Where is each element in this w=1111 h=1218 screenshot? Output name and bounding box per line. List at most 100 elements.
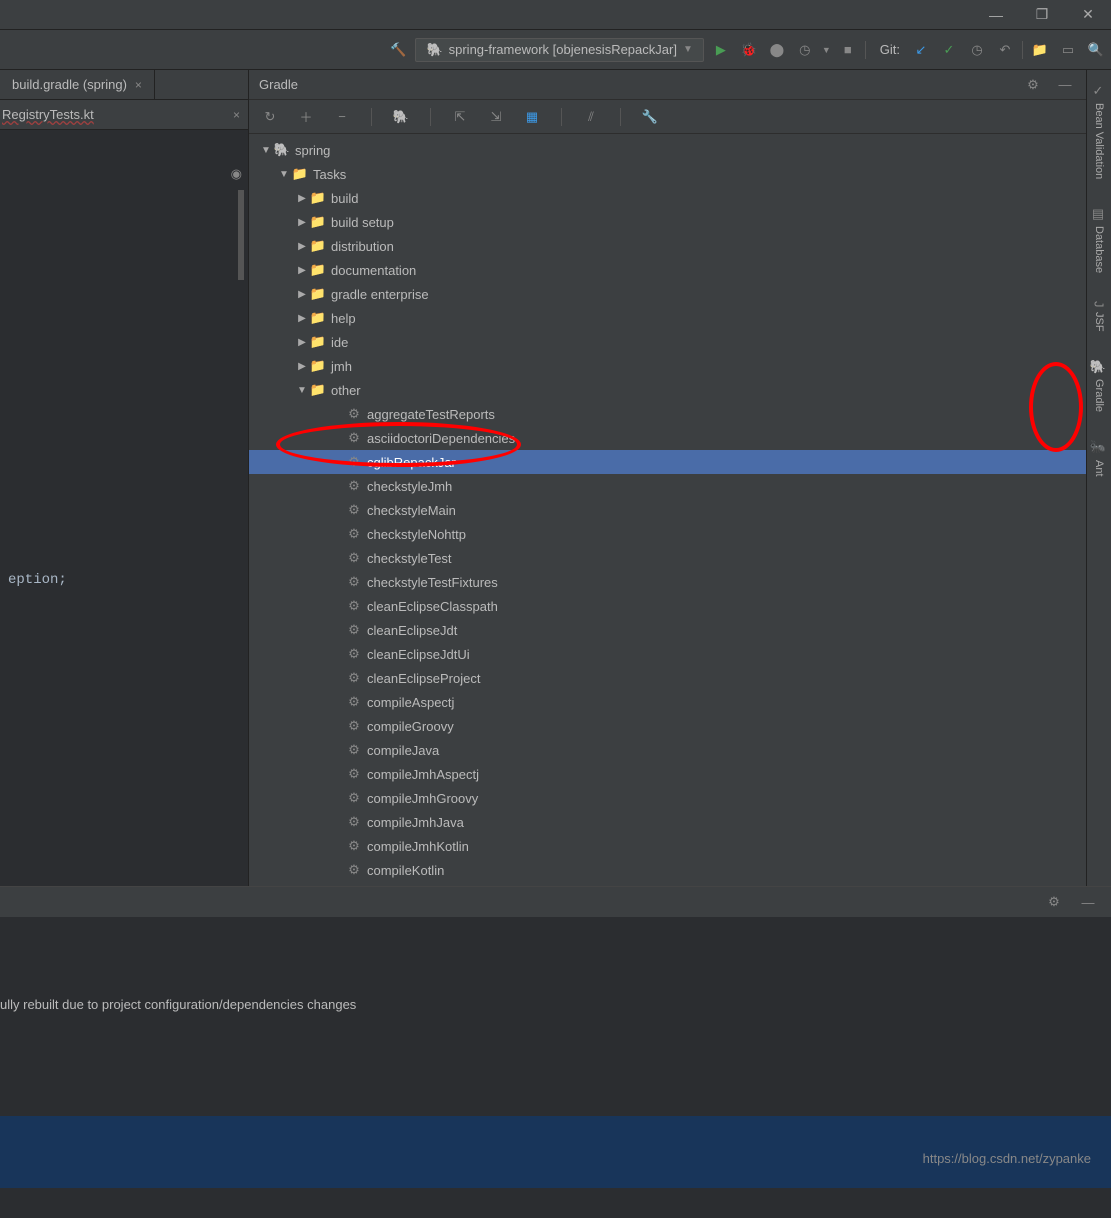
gradle-wrench-button[interactable]: 🔧 <box>639 106 661 128</box>
gradle-task-checkstyleNohttp[interactable]: ⚙checkstyleNohttp <box>249 522 1086 546</box>
gradle-refresh-button[interactable]: ↻ <box>259 106 281 128</box>
tree-arrow-icon[interactable] <box>295 337 309 348</box>
gradle-task-compileGroovy[interactable]: ⚙compileGroovy <box>249 714 1086 738</box>
bottom-settings-gear-icon[interactable]: ⚙ <box>1043 891 1065 913</box>
gradle-minimize-button[interactable]: — <box>1054 74 1076 96</box>
gradle-build-button[interactable]: ⫽ <box>580 106 602 128</box>
gradle-task-compileJmhJava-icon: ⚙ <box>345 814 363 830</box>
gradle-folder-gradle-enterprise[interactable]: 📁gradle enterprise <box>249 282 1086 306</box>
build-message: ully rebuilt due to project configuratio… <box>0 997 356 1012</box>
coverage-button[interactable]: ⬤ <box>766 39 788 61</box>
gradle-task-checkstyleTestFixtures[interactable]: ⚙checkstyleTestFixtures <box>249 570 1086 594</box>
sidebar-tab-bean-validation[interactable]: ✓Bean Validation <box>1090 76 1109 187</box>
gradle-task-checkstyleMain[interactable]: ⚙checkstyleMain <box>249 498 1086 522</box>
gradle-collapse-button[interactable]: ⇲ <box>485 106 507 128</box>
sidebar-tab-database[interactable]: ▤Database <box>1090 199 1109 281</box>
git-commit-button[interactable]: ✓ <box>938 39 960 61</box>
build-hammer-icon[interactable]: 🔨 <box>387 39 409 61</box>
close-tab-icon[interactable]: × <box>135 78 142 92</box>
gradle-task-compileJmhJava[interactable]: ⚙compileJmhJava <box>249 810 1086 834</box>
gradle-task-compileJmhKotlin[interactable]: ⚙compileJmhKotlin <box>249 834 1086 858</box>
tree-arrow-icon[interactable] <box>295 385 309 396</box>
gradle-task-cleanEclipseProject[interactable]: ⚙cleanEclipseProject <box>249 666 1086 690</box>
run-configuration-dropdown[interactable]: 🐘 spring-framework [objenesisRepackJar] … <box>415 38 703 62</box>
editor-tab-registry[interactable]: RegistryTests.kt <box>0 107 94 122</box>
gradle-task-compileJava[interactable]: ⚙compileJava <box>249 738 1086 762</box>
gradle-task-compileKotlin[interactable]: ⚙compileKotlin <box>249 858 1086 882</box>
gradle-folder-documentation[interactable]: 📁documentation <box>249 258 1086 282</box>
gradle-task-checkstyleTest[interactable]: ⚙ checkstyleTest <box>249 546 1086 570</box>
sidebar-tab-label: Gradle <box>1093 379 1105 412</box>
gradle-task-checkstyleTest-icon: ⚙ <box>345 550 363 566</box>
profile-button[interactable]: ◷ <box>794 39 816 61</box>
tree-arrow-icon[interactable] <box>259 145 273 156</box>
sidebar-tab-jsf[interactable]: JJSF <box>1090 293 1109 339</box>
tree-item-label: gradle enterprise <box>331 287 429 302</box>
tree-item-label: compileJmhAspectj <box>367 767 479 782</box>
tree-arrow-icon[interactable] <box>295 313 309 324</box>
gradle-folder-ide[interactable]: 📁ide <box>249 330 1086 354</box>
debug-button[interactable]: 🐞 <box>738 39 760 61</box>
git-history-button[interactable]: ◷ <box>966 39 988 61</box>
gradle-project-root[interactable]: 🐘spring <box>249 138 1086 162</box>
tree-arrow-icon[interactable] <box>295 265 309 276</box>
gradle-task-compileAspectj[interactable]: ⚙compileAspectj <box>249 690 1086 714</box>
gradle-remove-button[interactable]: − <box>331 106 353 128</box>
gradle-tasks-folder[interactable]: 📁Tasks <box>249 162 1086 186</box>
sidebar-tab-label: Bean Validation <box>1093 103 1105 179</box>
sidebar-tab-label: JSF <box>1093 312 1105 332</box>
gradle-task-cglibRepackJar-icon: ⚙ <box>345 454 363 470</box>
search-button[interactable]: 🔍 <box>1085 39 1107 61</box>
sidebar-tab-label: Ant <box>1093 460 1105 477</box>
run-button[interactable]: ▶ <box>710 39 732 61</box>
watch-icon[interactable]: ◉ <box>231 166 242 182</box>
close-button[interactable]: ✕ <box>1065 0 1111 30</box>
bottom-minimize-button[interactable]: — <box>1077 891 1099 913</box>
minimize-button[interactable]: — <box>973 0 1019 30</box>
gradle-task-checkstyleJmh[interactable]: ⚙checkstyleJmh <box>249 474 1086 498</box>
sidebar-tab-ant[interactable]: 🐜Ant <box>1090 432 1109 484</box>
gradle-task-compileJmhAspectj[interactable]: ⚙compileJmhAspectj <box>249 762 1086 786</box>
gradle-task-cleanEclipseJdtUi[interactable]: ⚙cleanEclipseJdtUi <box>249 642 1086 666</box>
gradle-task-aggregateTestReports[interactable]: ⚙aggregateTestReports <box>249 402 1086 426</box>
gradle-folder-other[interactable]: 📁other <box>249 378 1086 402</box>
tree-item-label: checkstyleNohttp <box>367 527 466 542</box>
gradle-settings-gear-icon[interactable]: ⚙ <box>1022 74 1044 96</box>
gradle-task-asciidoctoriDependencies[interactable]: ⚙asciidoctoriDependencies <box>249 426 1086 450</box>
gradle-offline-button[interactable]: ▦ <box>521 106 543 128</box>
tree-item-label: checkstyleTest <box>367 551 452 566</box>
tree-item-label: cglibRepackJar <box>367 455 456 470</box>
toggle-sidebar-button[interactable]: ▭ <box>1057 39 1079 61</box>
gradle-execute-task-button[interactable]: 🐘 <box>390 106 412 128</box>
gradle-expand-button[interactable]: ⇱ <box>449 106 471 128</box>
gradle-task-compileJmhGroovy[interactable]: ⚙compileJmhGroovy <box>249 786 1086 810</box>
tree-arrow-icon[interactable] <box>295 361 309 372</box>
tree-arrow-icon[interactable] <box>295 241 309 252</box>
close-tab-icon[interactable]: × <box>233 108 240 122</box>
gradle-folder-build-setup[interactable]: 📁build setup <box>249 210 1086 234</box>
maximize-button[interactable]: ❐ <box>1019 0 1065 30</box>
gradle-folder-jmh[interactable]: 📁jmh <box>249 354 1086 378</box>
tree-item-label: checkstyleMain <box>367 503 456 518</box>
gradle-folder-ide-icon: 📁 <box>309 334 327 350</box>
main-toolbar: 🔨 🐘 spring-framework [objenesisRepackJar… <box>0 30 1111 70</box>
stop-button[interactable]: ■ <box>837 39 859 61</box>
editor-tab-build-gradle[interactable]: build.gradle (spring) × <box>0 70 155 99</box>
tree-arrow-icon[interactable] <box>295 193 309 204</box>
gradle-elephant-icon: 🐘 <box>426 42 442 58</box>
gradle-task-cglibRepackJar[interactable]: ⚙ cglibRepackJar <box>249 450 1086 474</box>
gradle-task-cleanEclipseJdt[interactable]: ⚙cleanEclipseJdt <box>249 618 1086 642</box>
open-folder-button[interactable]: 📁 <box>1029 39 1051 61</box>
gradle-folder-build[interactable]: 📁build <box>249 186 1086 210</box>
git-update-button[interactable]: ↙ <box>910 39 932 61</box>
gradle-folder-distribution[interactable]: 📁distribution <box>249 234 1086 258</box>
sidebar-tab-gradle[interactable]: 🐘Gradle <box>1090 351 1109 420</box>
tree-arrow-icon[interactable] <box>295 217 309 228</box>
gradle-add-button[interactable]: ＋ <box>295 106 317 128</box>
tree-arrow-icon[interactable] <box>277 169 291 180</box>
tree-arrow-icon[interactable] <box>295 289 309 300</box>
git-rollback-button[interactable]: ↶ <box>994 39 1016 61</box>
sidebar-tab-icon: ▤ <box>1092 207 1107 222</box>
gradle-folder-help[interactable]: 📁help <box>249 306 1086 330</box>
gradle-task-cleanEclipseClasspath[interactable]: ⚙cleanEclipseClasspath <box>249 594 1086 618</box>
